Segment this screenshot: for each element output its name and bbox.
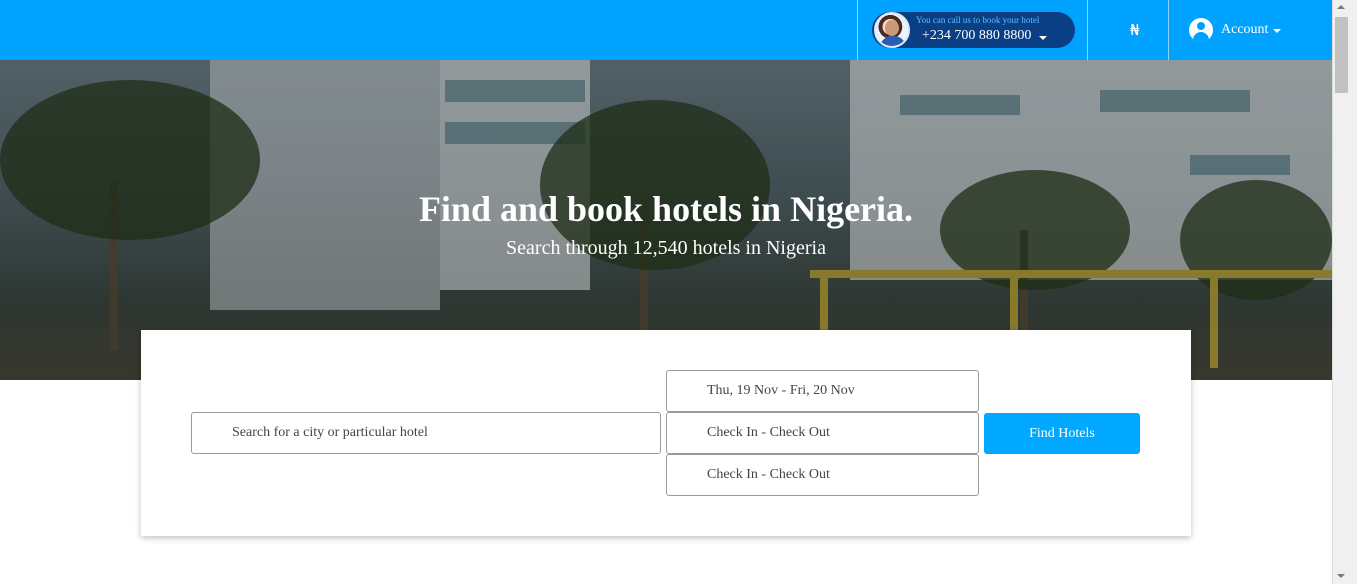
navbar-divider xyxy=(1168,0,1169,60)
user-circle-icon[interactable] xyxy=(1189,18,1213,42)
top-navbar: You can call us to book your hotel +234 … xyxy=(0,0,1332,60)
phone-number: +234 700 880 8800 xyxy=(922,28,1032,43)
agent-avatar-icon xyxy=(874,12,910,48)
call-to-book-dropdown[interactable]: You can call us to book your hotel +234 … xyxy=(872,12,1075,48)
checkin-checkout-field[interactable]: Check In - Check Out xyxy=(666,412,979,454)
currency-selector[interactable]: ₦ xyxy=(1130,21,1140,39)
account-menu[interactable]: Account xyxy=(1221,22,1268,38)
scrollbar-thumb[interactable] xyxy=(1335,17,1348,93)
checkin-checkout-option[interactable]: Check In - Check Out xyxy=(666,454,979,496)
navbar-divider xyxy=(1087,0,1088,60)
scroll-down-icon[interactable] xyxy=(1337,574,1345,578)
scroll-up-icon[interactable] xyxy=(1337,5,1345,9)
caret-down-icon[interactable] xyxy=(1273,29,1281,33)
call-tagline: You can call us to book your hotel xyxy=(916,15,1040,25)
hero-title: Find and book hotels in Nigeria. xyxy=(418,189,914,229)
hero-subtitle: Search through 12,540 hotels in Nigeria xyxy=(506,237,826,259)
caret-down-icon xyxy=(1039,36,1047,40)
date-range-option[interactable]: Thu, 19 Nov - Fri, 20 Nov xyxy=(666,370,979,412)
find-hotels-button[interactable]: Find Hotels xyxy=(984,413,1140,454)
navbar-divider xyxy=(857,0,858,60)
destination-search-input[interactable]: Search for a city or particular hotel xyxy=(191,412,661,454)
